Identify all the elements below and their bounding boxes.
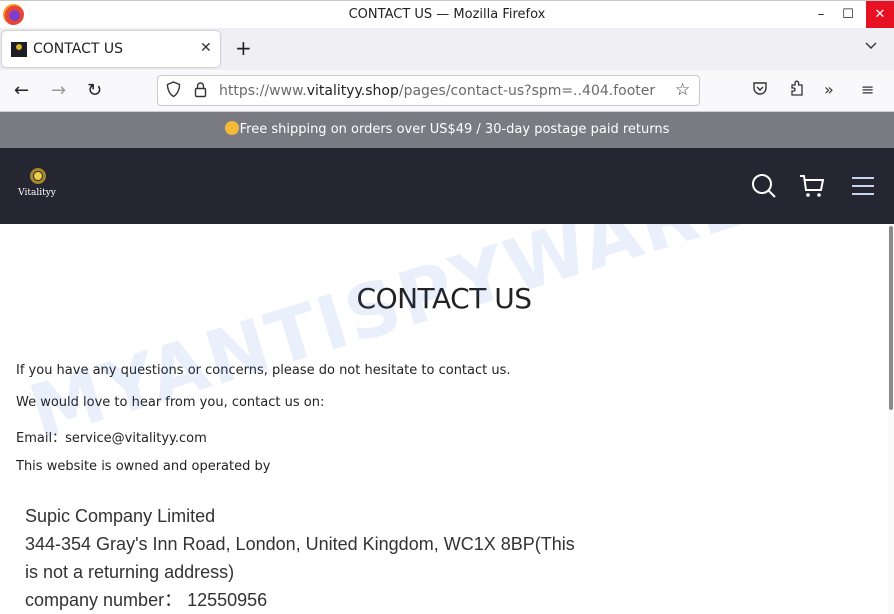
- announcement-bar: Free shipping on orders over US$49 / 30-…: [0, 112, 894, 148]
- scrollbar-thumb[interactable]: [889, 226, 893, 410]
- page-scrollbar[interactable]: [888, 224, 894, 614]
- extensions-button[interactable]: [789, 80, 805, 101]
- app-menu-button[interactable]: ≡: [861, 80, 874, 99]
- ownership-paragraph: This website is owned and operated by: [16, 459, 271, 474]
- company-name: Supic Company Limited: [25, 506, 216, 526]
- url-bar[interactable]: https://www.vitalityy.shop/pages/contact…: [157, 75, 700, 106]
- new-tab-button[interactable]: +: [235, 36, 252, 60]
- forward-button[interactable]: →: [51, 80, 66, 101]
- company-number: company number： 12550956: [25, 590, 268, 610]
- contact-invite-paragraph: We would love to hear from you, contact …: [16, 395, 325, 410]
- puzzle-piece-icon: [791, 80, 803, 96]
- cart-button[interactable]: [798, 172, 826, 204]
- intro-paragraph: If you have any questions or concerns, p…: [16, 363, 511, 378]
- pocket-icon: [753, 82, 767, 95]
- search-button[interactable]: [750, 172, 778, 204]
- close-tab-button[interactable]: ✕: [200, 40, 212, 56]
- email-line[interactable]: Email：service@vitalityy.com: [16, 427, 207, 446]
- url-path: /pages/contact-us?spm=..404.footer: [398, 83, 656, 99]
- minimize-button[interactable]: –: [807, 1, 835, 28]
- page-title: CONTACT US: [356, 282, 532, 315]
- chevron-down-icon: [865, 42, 877, 49]
- tab-label: CONTACT US: [33, 41, 123, 57]
- search-icon: [752, 174, 776, 198]
- reload-button[interactable]: ↻: [87, 80, 102, 101]
- pocket-button[interactable]: [752, 80, 768, 100]
- tab-strip: CONTACT US ✕ +: [0, 28, 894, 70]
- party-emoji-icon: [224, 121, 239, 135]
- tab-contact-us[interactable]: CONTACT US ✕: [2, 31, 220, 67]
- site-logo[interactable]: Vitalityy: [16, 168, 58, 202]
- cart-icon: [800, 175, 825, 197]
- navigation-toolbar: ← → ↻ https://www.vitalityy.shop/pages/c…: [0, 70, 894, 112]
- hamburger-menu-icon: [852, 177, 874, 195]
- list-all-tabs-button[interactable]: [864, 38, 878, 54]
- bookmark-star-icon[interactable]: ☆: [675, 80, 690, 100]
- close-window-button[interactable]: ✕: [866, 1, 894, 28]
- back-button[interactable]: ←: [14, 80, 29, 101]
- url-text[interactable]: https://www.vitalityy.shop/pages/contact…: [219, 83, 667, 99]
- hamburger-menu-button[interactable]: [850, 172, 876, 204]
- window-titlebar: CONTACT US — Mozilla Firefox – ☐ ✕: [0, 0, 894, 28]
- lock-icon[interactable]: [194, 81, 207, 102]
- url-prefix: https://www.: [219, 83, 307, 99]
- more-tools-button[interactable]: »: [824, 80, 834, 99]
- company-address: 344-354 Gray's Inn Road, London, United …: [25, 534, 575, 582]
- logo-mark-icon: [30, 168, 46, 184]
- tracking-protection-shield-icon[interactable]: [166, 81, 181, 102]
- window-title: CONTACT US — Mozilla Firefox: [348, 7, 546, 22]
- site-header: Vitalityy: [0, 148, 894, 224]
- logo-text: Vitalityy: [18, 188, 56, 198]
- announcement-text: Free shipping on orders over US$49 / 30-…: [239, 122, 670, 137]
- url-domain: vitalityy.shop: [306, 83, 399, 99]
- site-favicon-icon: [11, 42, 27, 57]
- main-content: CONTACT US If you have any questions or …: [0, 224, 888, 614]
- maximize-button[interactable]: ☐: [834, 1, 862, 28]
- company-info: Supic Company Limited 344-354 Gray's Inn…: [25, 502, 585, 614]
